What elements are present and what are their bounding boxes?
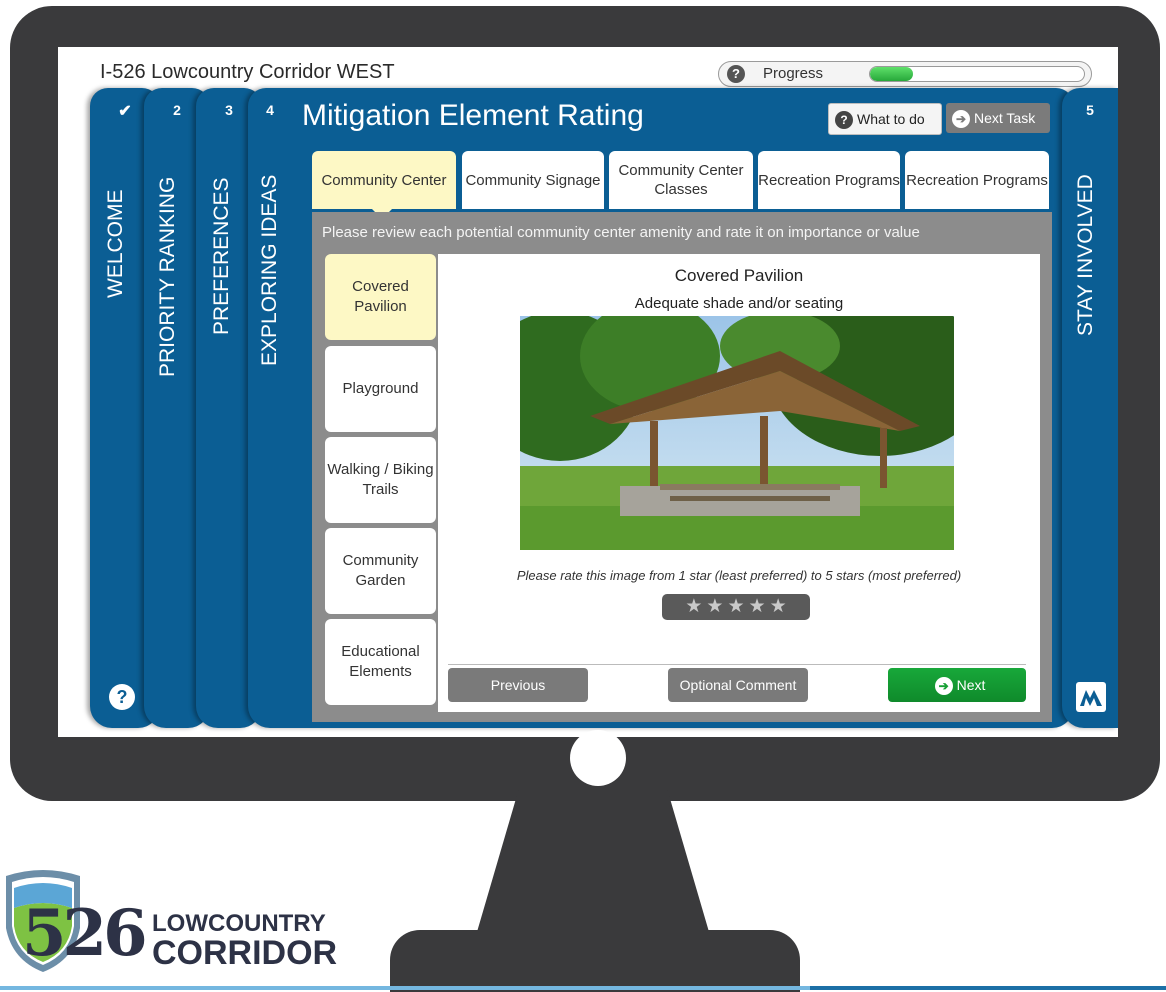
help-icon: ? bbox=[835, 111, 853, 130]
pavilion-photo bbox=[480, 296, 990, 550]
logo-line2: CORRIDOR bbox=[152, 934, 338, 972]
monitor-stand-base bbox=[390, 930, 800, 992]
progress-track bbox=[869, 66, 1085, 82]
nav-stay-involved-label: STAY INVOLVED bbox=[1074, 174, 1097, 336]
star-icon[interactable]: ★ bbox=[685, 594, 702, 620]
progress-indicator: ? Progress bbox=[718, 61, 1092, 87]
help-icon[interactable]: ? bbox=[727, 65, 745, 83]
content-area: Please review each potential community c… bbox=[312, 212, 1052, 722]
step-number: 5 bbox=[1086, 102, 1094, 118]
what-to-do-button[interactable]: ? What to do bbox=[828, 103, 942, 135]
previous-button[interactable]: Previous bbox=[448, 668, 588, 702]
help-icon[interactable]: ? bbox=[109, 684, 135, 710]
instruction-text: Please review each potential community c… bbox=[322, 224, 920, 241]
what-to-do-label: What to do bbox=[857, 111, 925, 127]
next-button[interactable]: ➔ Next bbox=[888, 668, 1026, 702]
tab-community-signage[interactable]: Community Signage bbox=[462, 151, 604, 209]
arrow-right-icon: ➔ bbox=[952, 110, 970, 129]
screen: I-526 Lowcountry Corridor WEST ? Progres… bbox=[58, 47, 1118, 737]
tab-community-center-classes[interactable]: Community Center Classes bbox=[609, 151, 753, 209]
monitor-camera-dot bbox=[570, 730, 626, 786]
progress-label: Progress bbox=[763, 65, 824, 82]
amenity-title: Covered Pavilion bbox=[674, 266, 804, 285]
star-rating[interactable]: ★ ★ ★ ★ ★ bbox=[662, 594, 810, 620]
logo-number: 526 bbox=[22, 896, 148, 971]
nav-exploring-ideas-label: EXPLORING IDEAS bbox=[258, 174, 281, 366]
amenity-playground[interactable]: Playground bbox=[325, 346, 436, 432]
progress-fill bbox=[870, 67, 913, 81]
rating-prompt: Please rate this image from 1 star (leas… bbox=[516, 568, 962, 583]
brand-logo-icon bbox=[1076, 682, 1106, 712]
app-title: I-526 Lowcountry Corridor WEST bbox=[100, 61, 395, 83]
star-icon[interactable]: ★ bbox=[749, 594, 766, 620]
amenity-walking-biking-trails[interactable]: Walking / Biking Trails bbox=[325, 437, 436, 523]
next-label: Next bbox=[956, 677, 986, 693]
optional-comment-button[interactable]: Optional Comment bbox=[668, 668, 808, 702]
amenity-educational-elements[interactable]: Educational Elements bbox=[325, 619, 436, 705]
star-icon[interactable]: ★ bbox=[770, 594, 787, 620]
amenity-description: Adequate shade and/or seating bbox=[634, 295, 844, 312]
next-task-label: Next Task bbox=[974, 110, 1036, 126]
amenity-community-garden[interactable]: Community Garden bbox=[325, 528, 436, 614]
star-icon[interactable]: ★ bbox=[706, 594, 723, 620]
tab-recreation-programs-2[interactable]: Recreation Programs bbox=[905, 151, 1049, 209]
next-task-button[interactable]: ➔ Next Task bbox=[946, 103, 1050, 133]
footer-stripe-dark bbox=[810, 986, 1166, 990]
page-title: Mitigation Element Rating bbox=[302, 99, 644, 132]
amenity-detail-panel: Covered Pavilion Adequate shade and/or s… bbox=[438, 254, 1040, 712]
tab-recreation-programs[interactable]: Recreation Programs bbox=[758, 151, 900, 209]
amenity-covered-pavilion[interactable]: Covered Pavilion bbox=[325, 254, 436, 340]
nav-stay-involved[interactable]: 5 STAY INVOLVED bbox=[1062, 88, 1118, 728]
nav-preferences-label: PREFERENCES bbox=[210, 177, 233, 335]
star-icon[interactable]: ★ bbox=[727, 594, 744, 620]
tab-community-center[interactable]: Community Center bbox=[312, 151, 456, 209]
nav-welcome-label: WELCOME bbox=[104, 189, 127, 298]
footer-divider bbox=[448, 664, 1026, 665]
footer-stripe-light bbox=[0, 986, 810, 990]
arrow-right-icon: ➔ bbox=[934, 677, 953, 696]
step-number: 4 bbox=[266, 102, 274, 118]
nav-priority-ranking-label: PRIORITY RANKING bbox=[156, 176, 179, 377]
